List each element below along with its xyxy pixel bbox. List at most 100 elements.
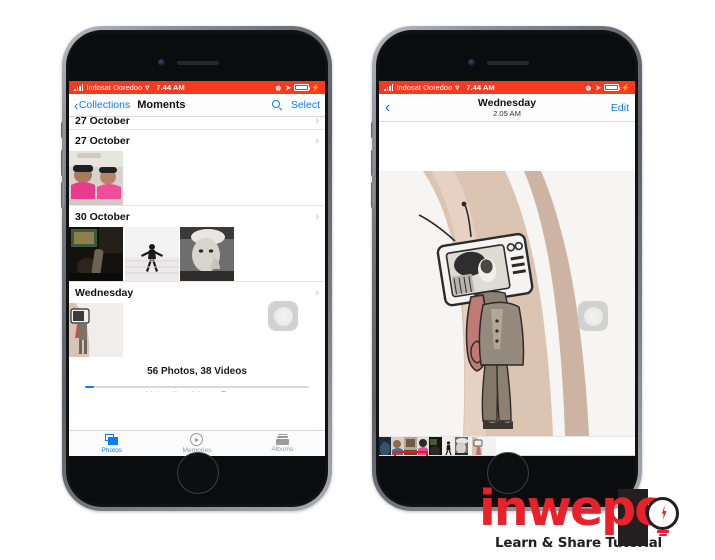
chevron-right-icon: ›	[315, 286, 319, 299]
battery-icon	[603, 84, 621, 91]
moment-title: 27 October	[75, 134, 130, 147]
upload-status-text: Uploading 1 Item.	[146, 390, 219, 392]
thumb-art-dancer	[124, 227, 179, 281]
moment-header-row[interactable]: Wednesday ›	[69, 282, 325, 303]
charging-bolt-icon: ⚡	[311, 84, 320, 92]
moment-thumbnail-row[interactable]	[69, 151, 325, 205]
media-count-label: 56 Photos, 38 Videos	[147, 366, 247, 377]
assistive-touch-ring-icon	[273, 306, 293, 326]
edit-button[interactable]: Edit	[611, 102, 629, 114]
status-right-group: ⏰ ➤ ⚡	[274, 84, 320, 92]
front-camera-icon	[158, 59, 165, 66]
chevron-left-icon: ‹	[74, 97, 79, 113]
pause-upload-button[interactable]: Pause	[221, 390, 248, 392]
location-arrow-icon: ➤	[595, 84, 602, 92]
watermark-brand: inwepo	[479, 480, 668, 537]
mute-switch[interactable]	[61, 122, 64, 138]
wifi-icon: ▿	[455, 82, 460, 92]
photo-thumbnail[interactable]	[69, 303, 123, 357]
photo-thumbnail[interactable]	[69, 227, 123, 281]
thumb-art-portrait-bw	[180, 227, 234, 281]
search-icon[interactable]	[271, 99, 283, 111]
right-phone-bezel: Indosat Ooredoo ▿ 7.44 AM ⏰ ➤ ⚡ ‹ Wednes…	[379, 33, 635, 504]
assistive-touch-button[interactable]	[578, 301, 608, 331]
lightbulb-icon	[646, 497, 679, 530]
filmstrip-thumb-selected[interactable]	[472, 437, 496, 456]
watermark-tagline: Learn & Share Tutorial	[495, 535, 662, 551]
status-left-group: Indosat Ooredoo ▿ 7.44 AM	[74, 83, 185, 92]
back-to-collections-button[interactable]: ‹ Collections	[74, 99, 130, 112]
volume-down-button[interactable]	[61, 182, 64, 208]
wifi-icon: ▿	[145, 82, 150, 92]
upload-progress-wrap: Uploading 1 Item. Pause	[69, 386, 325, 392]
photo-thumbnail[interactable]	[124, 227, 179, 281]
detail-nav-bar: ‹ Wednesday 2.05 AM Edit	[379, 94, 635, 122]
detail-title-group: Wednesday 2.05 AM	[379, 97, 635, 119]
moment-header-row[interactable]: 30 October ›	[69, 206, 325, 227]
mute-switch[interactable]	[371, 122, 374, 138]
status-clock: 7.44 AM	[466, 83, 495, 92]
tab-photos[interactable]: Photos	[69, 433, 154, 454]
right-status-bar: Indosat Ooredoo ▿ 7.44 AM ⏰ ➤ ⚡	[379, 81, 635, 94]
detail-subtitle: 2.05 AM	[493, 108, 521, 118]
left-status-bar: Indosat Ooredoo ▿ 7.44 AM ⏰ ➤ ⚡	[69, 81, 325, 94]
charging-bolt-icon: ⚡	[621, 84, 630, 92]
left-phone-screen: Indosat Ooredoo ▿ 7.44 AM ⏰ ➤ ⚡ ‹ Collec…	[69, 81, 325, 456]
upload-progress-bar	[85, 386, 309, 388]
earpiece-speaker	[177, 61, 219, 65]
moment-title: 27 October	[75, 117, 130, 127]
volume-up-button[interactable]	[61, 150, 64, 176]
carrier-label: Indosat Ooredoo	[396, 83, 453, 92]
tab-albums[interactable]: Albums	[240, 434, 325, 453]
tab-photos-label: Photos	[101, 446, 122, 454]
lightbulb-base	[657, 530, 669, 533]
filmstrip-thumb[interactable]	[429, 437, 442, 456]
moments-list[interactable]: 27 October › 27 October › 30 October › W…	[69, 117, 325, 392]
chevron-right-icon: ›	[315, 134, 319, 147]
left-nav-bar: ‹ Collections Moments Select	[69, 94, 325, 117]
signal-bars-icon	[384, 84, 394, 91]
volume-up-button[interactable]	[371, 150, 374, 176]
assistive-touch-button[interactable]	[268, 301, 298, 331]
alarm-icon: ⏰	[584, 84, 593, 92]
back-label: Collections	[78, 99, 131, 111]
moment-title: 30 October	[75, 210, 130, 223]
nav-right-actions: Select	[271, 99, 320, 111]
front-camera-icon	[468, 59, 475, 66]
share-button-highlight	[394, 451, 428, 456]
albums-icon	[275, 434, 289, 445]
alarm-icon: ⏰	[274, 84, 283, 92]
watermark: inwepo Learn & Share Tutorial	[477, 480, 715, 560]
filmstrip-thumb[interactable]	[442, 437, 455, 456]
filmstrip-thumb[interactable]	[455, 437, 468, 456]
chevron-right-icon: ›	[315, 210, 319, 223]
chevron-right-icon: ›	[315, 117, 319, 127]
assistive-touch-ring-icon	[583, 306, 603, 326]
moment-title: Wednesday	[75, 286, 134, 299]
tab-memories[interactable]: Memories	[154, 433, 239, 454]
tab-albums-label: Albums	[271, 446, 294, 453]
right-phone-device: Indosat Ooredoo ▿ 7.44 AM ⏰ ➤ ⚡ ‹ Wednes…	[371, 26, 642, 511]
page-title: Moments	[137, 99, 186, 111]
earpiece-speaker	[487, 61, 529, 65]
moment-thumbnail-row[interactable]	[69, 227, 325, 281]
upload-status-line: Uploading 1 Item. Pause	[85, 390, 309, 392]
home-button[interactable]	[177, 452, 219, 494]
status-left-group: Indosat Ooredoo ▿ 7.44 AM	[384, 83, 495, 92]
moment-header-row[interactable]: 27 October ›	[69, 130, 325, 151]
back-button[interactable]: ‹	[385, 99, 390, 116]
battery-icon	[293, 84, 311, 91]
signal-bars-icon	[74, 84, 84, 91]
photo-thumbnail[interactable]	[69, 151, 123, 205]
volume-down-button[interactable]	[371, 182, 374, 208]
moment-header-row[interactable]: 27 October ›	[69, 117, 325, 129]
carrier-label: Indosat Ooredoo	[86, 83, 143, 92]
thumb-art-tattoo-arm	[69, 303, 123, 357]
detail-title: Wednesday	[477, 96, 537, 109]
thumb-art-dark-interior	[69, 227, 123, 281]
left-phone-bezel: Indosat Ooredoo ▿ 7.44 AM ⏰ ➤ ⚡ ‹ Collec…	[69, 33, 325, 504]
filmstrip-thumb[interactable]	[379, 437, 391, 456]
photo-thumbnail[interactable]	[180, 227, 234, 281]
status-right-group: ⏰ ➤ ⚡	[584, 84, 630, 92]
select-button[interactable]: Select	[291, 99, 320, 111]
